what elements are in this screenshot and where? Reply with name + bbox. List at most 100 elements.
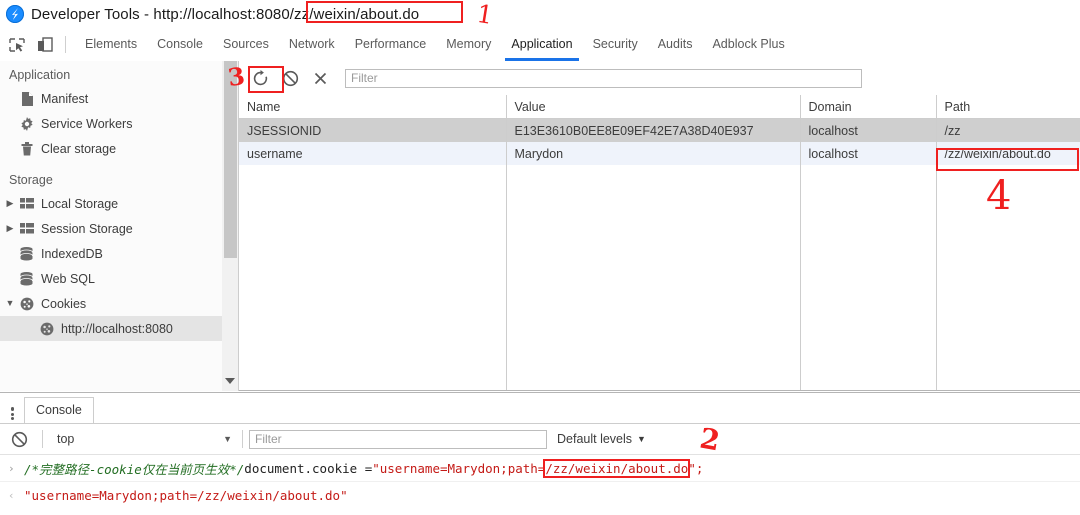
console-context-select[interactable]: top ▼ — [49, 429, 236, 450]
table-row[interactable]: JSESSIONID E13E3610B0EE8E09EF42E7A38D40E… — [239, 118, 1080, 142]
toolbar-divider — [42, 430, 43, 448]
cookies-filter-input[interactable] — [345, 68, 862, 88]
tab-audits[interactable]: Audits — [648, 28, 703, 61]
console-output-text: "username=Marydon;path=/zz/weixin/about.… — [24, 487, 348, 503]
console-levels-select[interactable]: Default levels ▼ — [557, 432, 646, 446]
trash-icon — [18, 141, 35, 156]
tab-network[interactable]: Network — [279, 28, 345, 61]
console-filter-input[interactable] — [249, 429, 547, 449]
sidebar-item-label: Clear storage — [41, 141, 117, 156]
window-title-prefix: Developer Tools - http://localhost:8080 — [31, 5, 290, 23]
console-comment: /*完整路径-cookie仅在当前页生效*/ — [24, 461, 245, 477]
sidebar-item-cookies[interactable]: ▼ Cookies — [0, 291, 222, 316]
grid-col-divider — [800, 164, 937, 390]
sidebar-item-label: Local Storage — [41, 196, 119, 211]
sidebar-item-web-sql[interactable]: Web SQL — [0, 266, 222, 291]
sidebar-item-label: IndexedDB — [41, 246, 103, 261]
console-string-path: /zz/weixin/about.do — [543, 458, 691, 478]
inspect-element-icon[interactable] — [6, 34, 28, 56]
sidebar-item-label: Cookies — [41, 296, 87, 311]
sidebar-section-storage: Storage — [9, 173, 53, 187]
chevron-right-icon[interactable]: ▶ — [4, 224, 16, 233]
cell-name[interactable]: username — [239, 142, 507, 165]
sidebar-section-application: Application — [9, 68, 71, 82]
grid-col-divider — [506, 164, 801, 390]
grid-col-divider — [936, 164, 1080, 390]
panel-bottom-divider — [239, 390, 1080, 391]
tab-application[interactable]: Application — [501, 28, 582, 61]
sidebar-item-service-workers[interactable]: Service Workers — [0, 111, 222, 136]
toolbar-divider — [65, 36, 66, 53]
sidebar-item-manifest[interactable]: Manifest — [0, 86, 222, 111]
sidebar-item-clear-storage[interactable]: Clear storage — [0, 136, 222, 161]
console-code: document.cookie = — [244, 460, 373, 476]
tab-elements[interactable]: Elements — [75, 28, 147, 61]
tab-sources[interactable]: Sources — [213, 28, 279, 61]
drawer-tab-console[interactable]: Console — [24, 397, 94, 423]
sidebar-item-cookie-origin[interactable]: http://localhost:8080 — [0, 316, 222, 341]
cookies-toolbar — [239, 61, 1080, 95]
sidebar-item-label: http://localhost:8080 — [61, 321, 173, 336]
device-toolbar-icon[interactable] — [34, 34, 56, 56]
database-icon — [18, 271, 35, 286]
sidebar-item-label: Manifest — [41, 91, 89, 106]
cell-domain[interactable]: localhost — [800, 118, 937, 142]
column-header-value[interactable]: Value — [506, 95, 801, 119]
sidebar-item-label: Web SQL — [41, 271, 95, 286]
cell-value[interactable]: Marydon — [506, 142, 801, 165]
tab-security[interactable]: Security — [583, 28, 648, 61]
chevron-down-icon: ▼ — [637, 434, 646, 444]
refresh-icon[interactable] — [247, 66, 273, 90]
console-context-value: top — [57, 432, 75, 446]
delete-selected-cookie-icon[interactable] — [307, 66, 333, 90]
tab-adblock-plus[interactable]: Adblock Plus — [702, 28, 794, 61]
sidebar-scrollbar[interactable] — [222, 61, 239, 391]
console-drawer: Console top ▼ Default levels ▼ › — [0, 392, 1080, 515]
gear-icon — [18, 116, 35, 131]
column-header-name[interactable]: Name — [239, 95, 507, 119]
tab-memory[interactable]: Memory — [436, 28, 501, 61]
chevron-left-icon: ‹ — [8, 488, 15, 502]
devtools-window: Developer Tools - http://localhost:8080 /… — [0, 0, 1080, 515]
cell-path[interactable]: /zz — [936, 118, 1080, 142]
window-title: Developer Tools - http://localhost:8080/… — [31, 6, 419, 23]
table-icon — [18, 223, 35, 234]
console-toolbar: top ▼ Default levels ▼ — [0, 424, 1080, 455]
table-icon — [18, 198, 35, 209]
chevron-down-icon: ▼ — [223, 434, 232, 444]
scroll-down-arrow-icon[interactable] — [225, 378, 235, 384]
column-header-domain[interactable]: Domain — [800, 95, 937, 119]
cell-name[interactable]: JSESSIONID — [239, 118, 507, 142]
column-header-path[interactable]: Path — [936, 95, 1080, 119]
sidebar-item-label: Service Workers — [41, 116, 133, 131]
sidebar-item-session-storage[interactable]: ▶ Session Storage — [0, 216, 222, 241]
more-options-icon[interactable] — [0, 393, 24, 423]
sidebar-scrollbar-thumb[interactable] — [224, 61, 237, 258]
clear-console-icon[interactable] — [6, 427, 32, 451]
tab-performance[interactable]: Performance — [345, 28, 437, 61]
tab-console[interactable]: Console — [147, 28, 213, 61]
window-titlebar: Developer Tools - http://localhost:8080/… — [0, 0, 1080, 28]
document-icon — [18, 91, 35, 106]
cookies-panel: Name Value Domain Path JSESSIONID E13E36… — [239, 61, 1080, 391]
table-row[interactable]: username Marydon localhost /zz/weixin/ab… — [239, 142, 1080, 165]
cookies-table-empty-area — [239, 164, 1080, 390]
cookie-icon — [18, 297, 35, 311]
cookies-table: Name Value Domain Path JSESSIONID E13E36… — [239, 95, 1080, 165]
chrome-devtools-icon — [6, 5, 24, 23]
cell-path[interactable]: /zz/weixin/about.do — [936, 142, 1080, 165]
database-icon — [18, 246, 35, 261]
drawer-tabbar: Console — [0, 393, 1080, 424]
clear-all-cookies-icon[interactable] — [277, 66, 303, 90]
devtools-tabbar: Elements Console Sources Network Perform… — [0, 28, 1080, 62]
console-input-line[interactable]: › /*完整路径-cookie仅在当前页生效*/document.cookie … — [0, 455, 1080, 481]
cell-value[interactable]: E13E3610B0EE8E09EF42E7A38D40E937 — [506, 118, 801, 142]
cell-domain[interactable]: localhost — [800, 142, 937, 165]
sidebar-item-label: Session Storage — [41, 221, 133, 236]
chevron-right-icon[interactable]: ▶ — [4, 199, 16, 208]
sidebar-item-local-storage[interactable]: ▶ Local Storage — [0, 191, 222, 216]
console-levels-label: Default levels — [557, 432, 633, 446]
sidebar-item-indexeddb[interactable]: IndexedDB — [0, 241, 222, 266]
chevron-down-icon[interactable]: ▼ — [4, 299, 16, 308]
grid-col-divider — [239, 164, 507, 390]
